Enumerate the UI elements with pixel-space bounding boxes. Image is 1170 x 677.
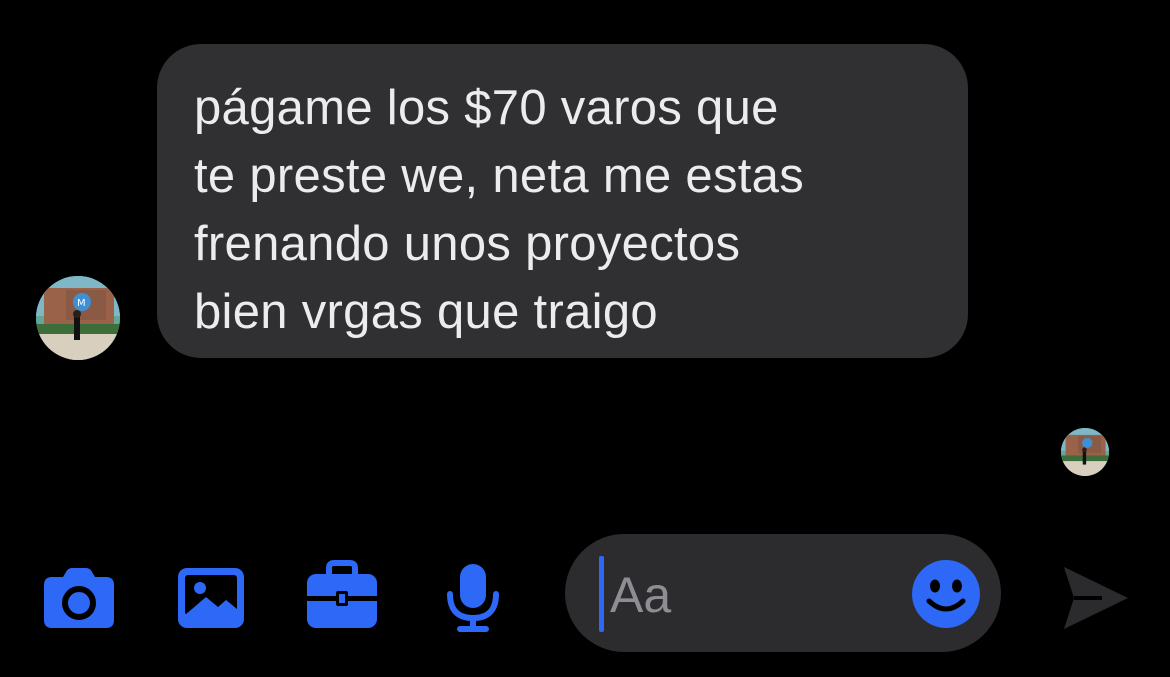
suitcase-icon bbox=[307, 560, 377, 628]
camera-button[interactable] bbox=[42, 566, 116, 630]
message-composer[interactable]: Aa bbox=[565, 534, 1001, 652]
smiley-icon bbox=[912, 560, 980, 628]
profile-photo: M bbox=[36, 276, 120, 360]
incoming-message-bubble[interactable]: págame los $70 varos que te preste we, n… bbox=[157, 44, 968, 358]
emoji-button[interactable] bbox=[911, 559, 981, 629]
read-receipt-avatar bbox=[1061, 428, 1109, 476]
apps-button[interactable] bbox=[305, 560, 379, 630]
text-caret bbox=[599, 556, 604, 632]
microphone-icon bbox=[447, 564, 499, 632]
chat-screen: págame los $70 varos que te preste we, n… bbox=[0, 0, 1170, 677]
message-input-placeholder[interactable]: Aa bbox=[610, 565, 671, 625]
svg-text:M: M bbox=[77, 298, 86, 309]
profile-photo bbox=[1061, 428, 1109, 476]
sender-avatar[interactable]: M bbox=[36, 276, 120, 360]
gallery-button[interactable] bbox=[176, 566, 246, 630]
send-button[interactable] bbox=[1058, 563, 1132, 633]
send-icon bbox=[1064, 567, 1128, 629]
voice-button[interactable] bbox=[441, 562, 505, 634]
image-icon bbox=[178, 568, 244, 628]
message-text: págame los $70 varos que te preste we, n… bbox=[194, 81, 805, 339]
camera-icon bbox=[44, 568, 114, 628]
